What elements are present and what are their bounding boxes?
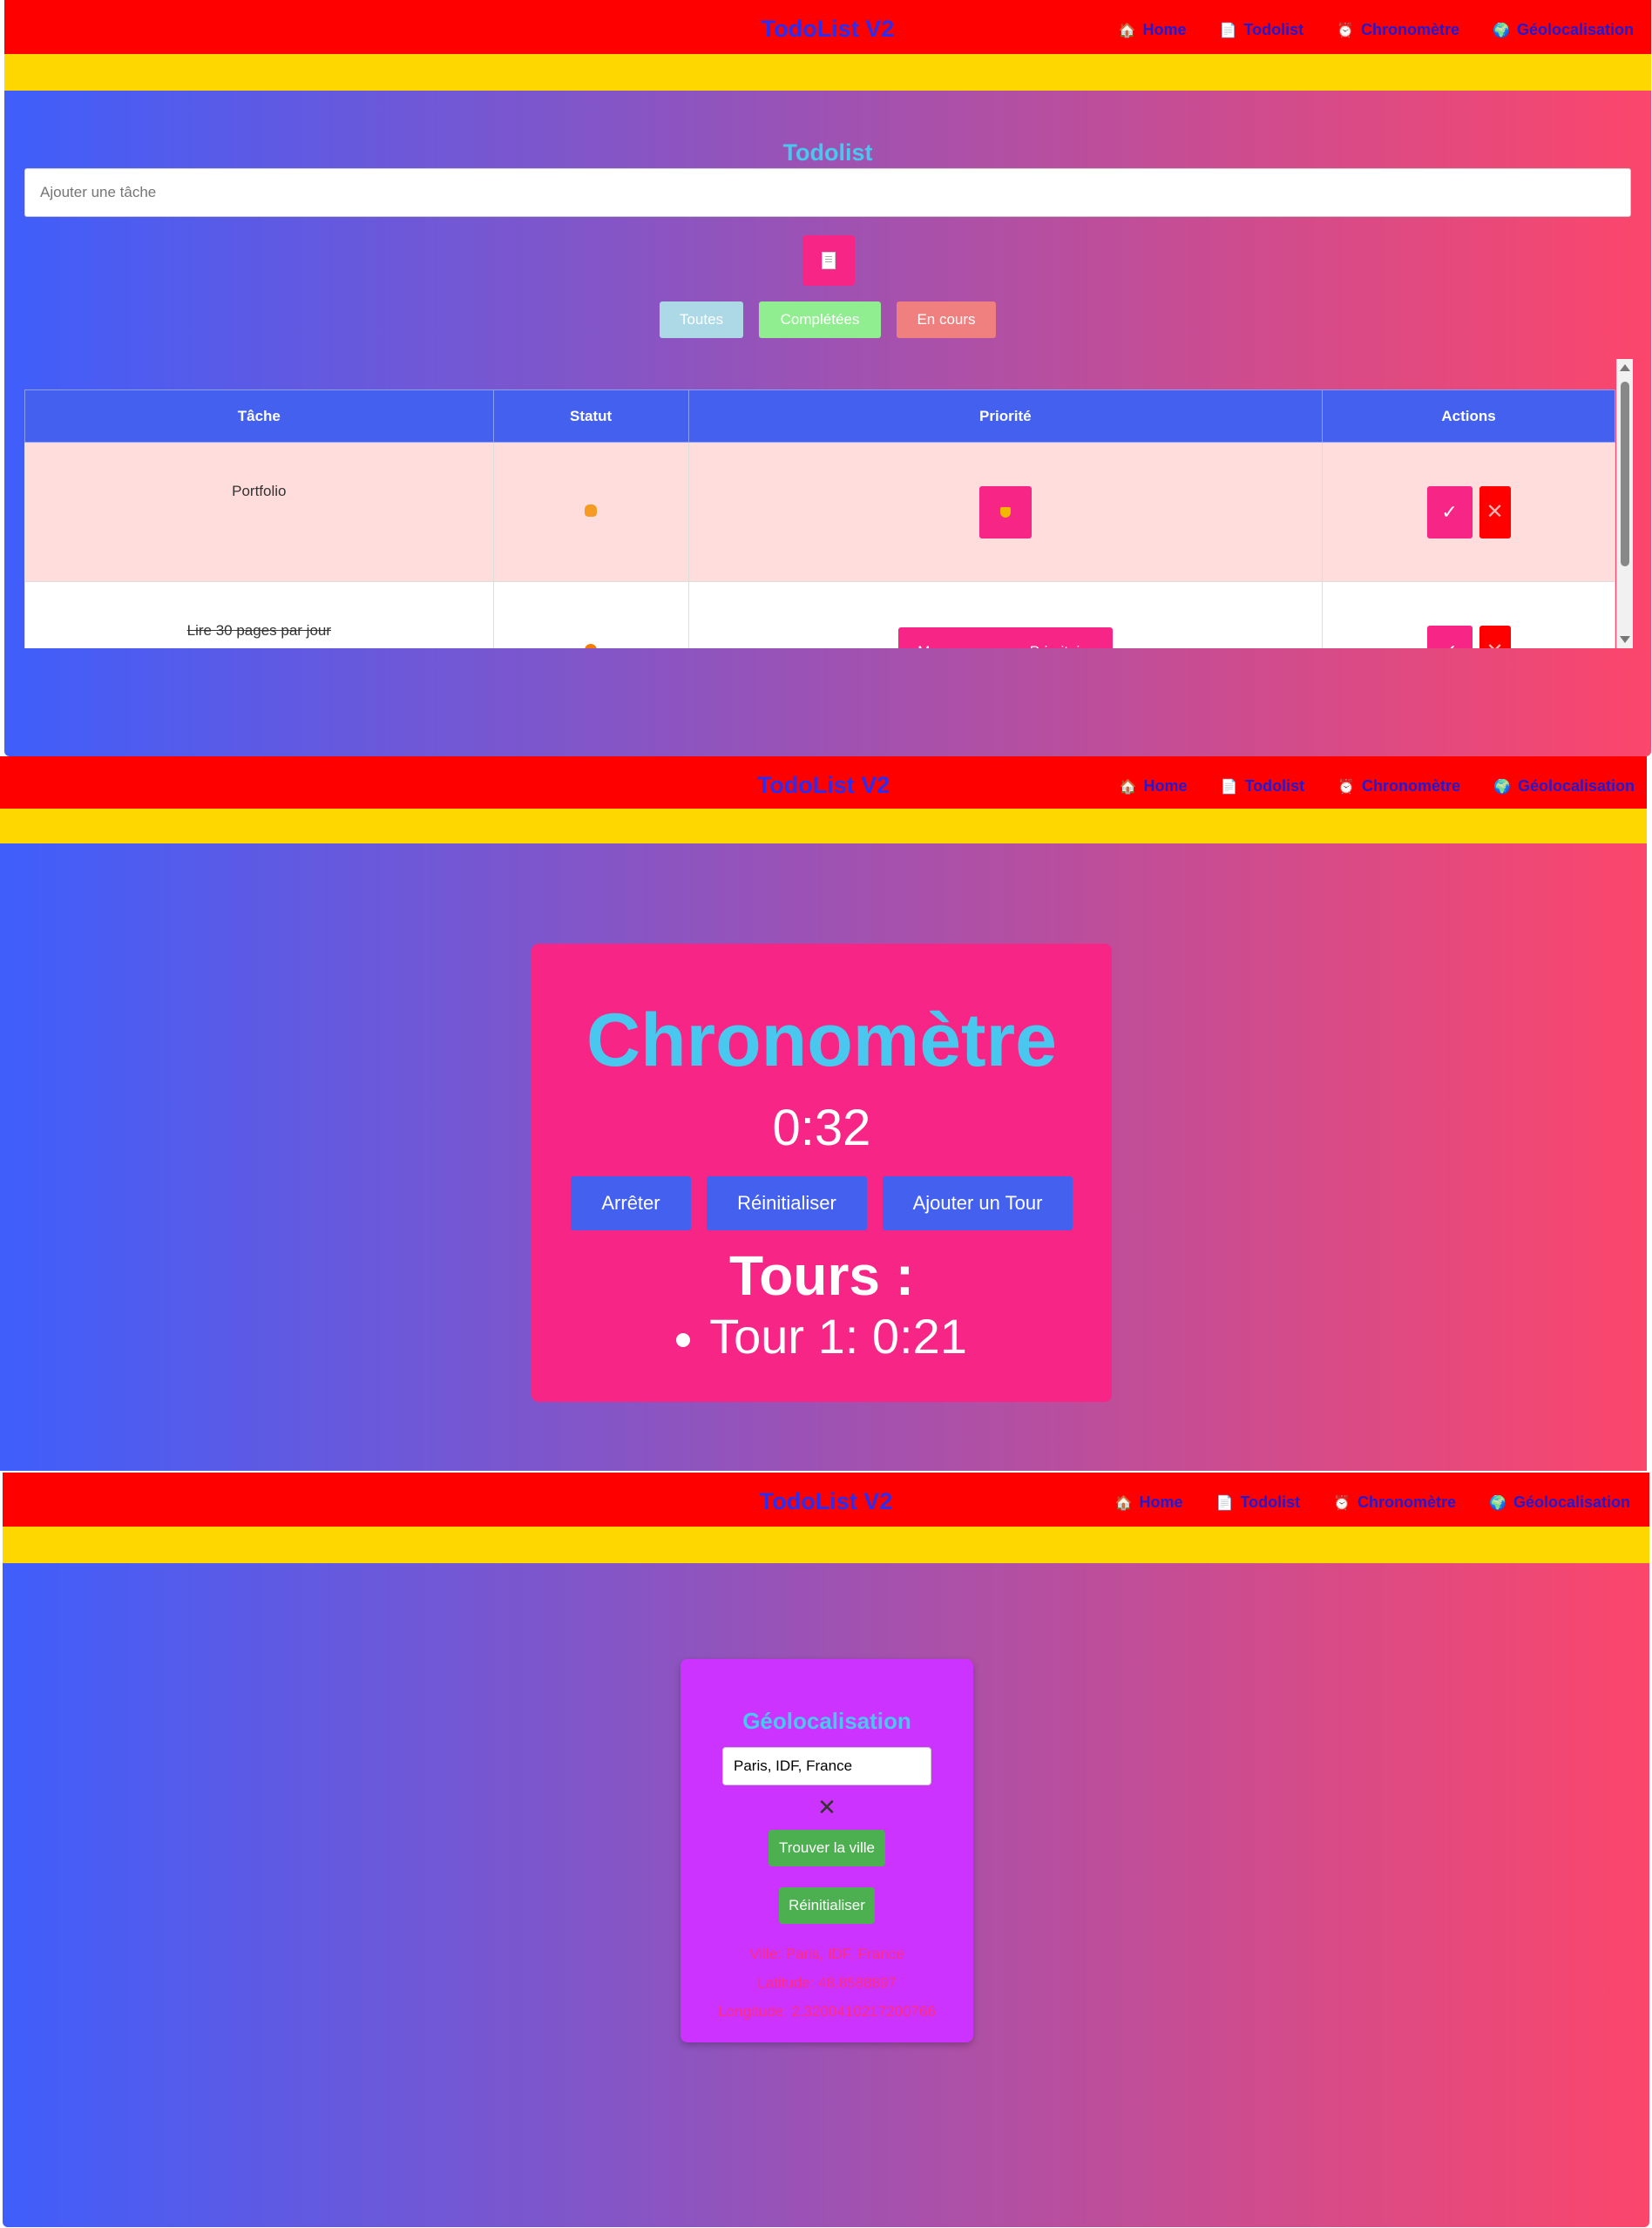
table-scrollbar[interactable] — [1616, 359, 1633, 648]
column-header-priority: Priorité — [687, 389, 1324, 443]
clear-input-icon[interactable]: ✕ — [680, 1794, 973, 1821]
scroll-thumb[interactable] — [1621, 382, 1629, 566]
nav-chrono-link[interactable]: ⏰ Chronomètre — [1337, 21, 1459, 39]
column-header-actions: Actions — [1322, 389, 1615, 443]
memo-icon — [822, 252, 836, 269]
nav-menu: 🏠 Home 📄 Todolist ⏰ Chronomètre 🌍 Géolocalis… — [1115, 1493, 1630, 1512]
chrono-time-display: 0:32 — [772, 1100, 871, 1156]
laps-title: Tours : — [728, 1244, 915, 1307]
chrono-panel: TodoList V2 🏠 Home 📄 Todolist ⏰ Chronomètre… — [0, 756, 1647, 1471]
longitude-result: Longitude: 2.3200410217200766 — [718, 2003, 936, 2020]
person-icon — [585, 504, 598, 517]
geo-title: Géolocalisation — [742, 1708, 911, 1734]
task-name: Lire 30 pages par jour — [24, 581, 494, 648]
complete-task-button[interactable]: ✓ — [1426, 485, 1473, 538]
latitude-result: Latitude: 48.8588897 — [757, 1974, 897, 1991]
geo-results: Ville: Paris, IDF, France Latitude: 48.8… — [680, 1940, 973, 2026]
lap-item: Tour 1: 0:21 — [531, 1312, 1112, 1361]
task-name: Portfolio — [24, 442, 494, 582]
yellow-banner — [0, 809, 1647, 843]
nav-todolist-link[interactable]: 📄 Todolist — [1216, 1493, 1301, 1512]
clock-icon: ⏰ — [1337, 779, 1356, 795]
yellow-banner — [3, 1527, 1649, 1563]
nav-todolist-link[interactable]: 📄 Todolist — [1221, 777, 1305, 796]
delete-task-button[interactable]: ✕ — [1479, 625, 1511, 648]
city-input[interactable]: Paris, IDF, France — [722, 1747, 931, 1785]
geo-card: Géolocalisation Paris, IDF, France ✕ Tro… — [680, 1659, 973, 2042]
nav-geo-link[interactable]: 🌍 Géolocalisation — [1489, 1493, 1630, 1512]
filter-all-button[interactable]: Toutes — [660, 301, 743, 338]
globe-icon: 🌍 — [1493, 779, 1511, 795]
task-priority — [687, 442, 1324, 582]
memo-icon: 📄 — [1219, 23, 1237, 38]
nav-chrono-link[interactable]: ⏰ Chronomètre — [1333, 1493, 1456, 1512]
nav-home-link[interactable]: 🏠 Home — [1115, 1493, 1183, 1512]
bullet-icon — [676, 1333, 691, 1348]
filter-group: Toutes Complétées En cours — [4, 301, 1651, 338]
nav-geo-link[interactable]: 🌍 Géolocalisation — [1493, 777, 1635, 796]
reset-button[interactable]: Réinitialiser — [707, 1176, 867, 1230]
yellow-banner — [4, 54, 1651, 91]
house-icon: 🏠 — [1119, 779, 1137, 795]
reset-button[interactable]: Réinitialiser — [779, 1887, 875, 1924]
todolist-panel: TodoList V2 🏠 Home 📄 Todolist ⏰ Chronomètre… — [4, 0, 1651, 756]
close-icon: ✕ — [1486, 639, 1504, 648]
filter-completed-button[interactable]: Complétées — [759, 301, 881, 338]
header-bar: TodoList V2 🏠 Home 📄 Todolist ⏰ Chronomètre… — [0, 756, 1647, 810]
geo-panel: TodoList V2 🏠 Home 📄 Todolist ⏰ Chronomètre… — [3, 1473, 1649, 2227]
memo-icon: 📄 — [1220, 779, 1238, 795]
header-bar: TodoList V2 🏠 Home 📄 Todolist ⏰ Chronomètre… — [3, 1473, 1649, 1527]
globe-icon: 🌍 — [1489, 1495, 1506, 1511]
task-status — [492, 442, 689, 582]
task-status — [492, 581, 689, 648]
check-icon: ✓ — [1441, 500, 1458, 523]
add-lap-button[interactable]: Ajouter un Tour — [883, 1176, 1073, 1230]
filter-in-progress-button[interactable]: En cours — [897, 301, 996, 338]
todolist-title: Todolist — [782, 139, 873, 166]
task-actions: ✓ ✕ — [1322, 442, 1615, 582]
clock-icon: ⏰ — [1333, 1495, 1351, 1511]
city-result: Ville: Paris, IDF, France — [749, 1946, 904, 1962]
table-row: Lire 30 pages par jour Marquer comme Pri… — [24, 581, 1615, 649]
close-icon: ✕ — [1486, 500, 1504, 524]
task-actions: ✓ ✕ — [1322, 581, 1615, 649]
column-header-status: Statut — [492, 389, 689, 443]
stop-button[interactable]: Arrêter — [571, 1176, 691, 1230]
task-priority: Marquer comme Prioritaire — [687, 581, 1324, 648]
column-header-task: Tâche — [24, 389, 494, 443]
task-table-container[interactable]: Tâche Statut Priorité Actions Portfolio — [24, 359, 1633, 648]
nav-home-link[interactable]: 🏠 Home — [1120, 777, 1188, 796]
orange-circle-icon — [585, 643, 598, 648]
nav-menu: 🏠 Home 📄 Todolist ⏰ Chronomètre 🌍 Géolocalis… — [1119, 21, 1634, 39]
check-icon: ✓ — [1441, 640, 1457, 649]
delete-task-button[interactable]: ✕ — [1479, 485, 1511, 538]
chrono-controls: Arrêter Réinitialiser Ajouter un Tour — [531, 1176, 1112, 1230]
nav-geo-link[interactable]: 🌍 Géolocalisation — [1493, 21, 1634, 39]
nav-chrono-link[interactable]: ⏰ Chronomètre — [1337, 777, 1460, 796]
table-header-row: Tâche Statut Priorité Actions — [24, 389, 1615, 443]
house-icon: 🏠 — [1114, 1495, 1133, 1511]
nav-todolist-link[interactable]: 📄 Todolist — [1220, 21, 1304, 39]
complete-task-button[interactable]: ✓ — [1426, 625, 1473, 649]
house-icon: 🏠 — [1118, 23, 1136, 38]
scroll-up-arrow-icon[interactable] — [1620, 364, 1630, 371]
trophy-icon — [999, 506, 1011, 518]
task-table: Tâche Statut Priorité Actions Portfolio — [24, 389, 1615, 648]
clock-icon: ⏰ — [1337, 23, 1355, 38]
header-bar: TodoList V2 🏠 Home 📄 Todolist ⏰ Chronomètre… — [4, 0, 1651, 54]
scroll-down-arrow-icon[interactable] — [1620, 636, 1630, 643]
globe-icon: 🌍 — [1493, 23, 1510, 38]
memo-icon: 📄 — [1215, 1495, 1234, 1511]
add-task-button[interactable] — [802, 235, 855, 286]
table-row: Portfolio ✓ ✕ — [24, 442, 1615, 582]
chrono-card: Chronomètre 0:32 Arrêter Réinitialiser A… — [531, 944, 1112, 1402]
nav-home-link[interactable]: 🏠 Home — [1119, 21, 1187, 39]
mark-priority-button[interactable]: Marquer comme Prioritaire — [897, 626, 1113, 648]
add-task-input[interactable]: Ajouter une tâche — [24, 168, 1631, 217]
find-city-button[interactable]: Trouver la ville — [768, 1830, 885, 1866]
chrono-title: Chronomètre — [586, 999, 1057, 1082]
nav-menu: 🏠 Home 📄 Todolist ⏰ Chronomètre 🌍 Géolocalis… — [1120, 777, 1635, 796]
priority-trophy-button[interactable] — [978, 485, 1032, 538]
